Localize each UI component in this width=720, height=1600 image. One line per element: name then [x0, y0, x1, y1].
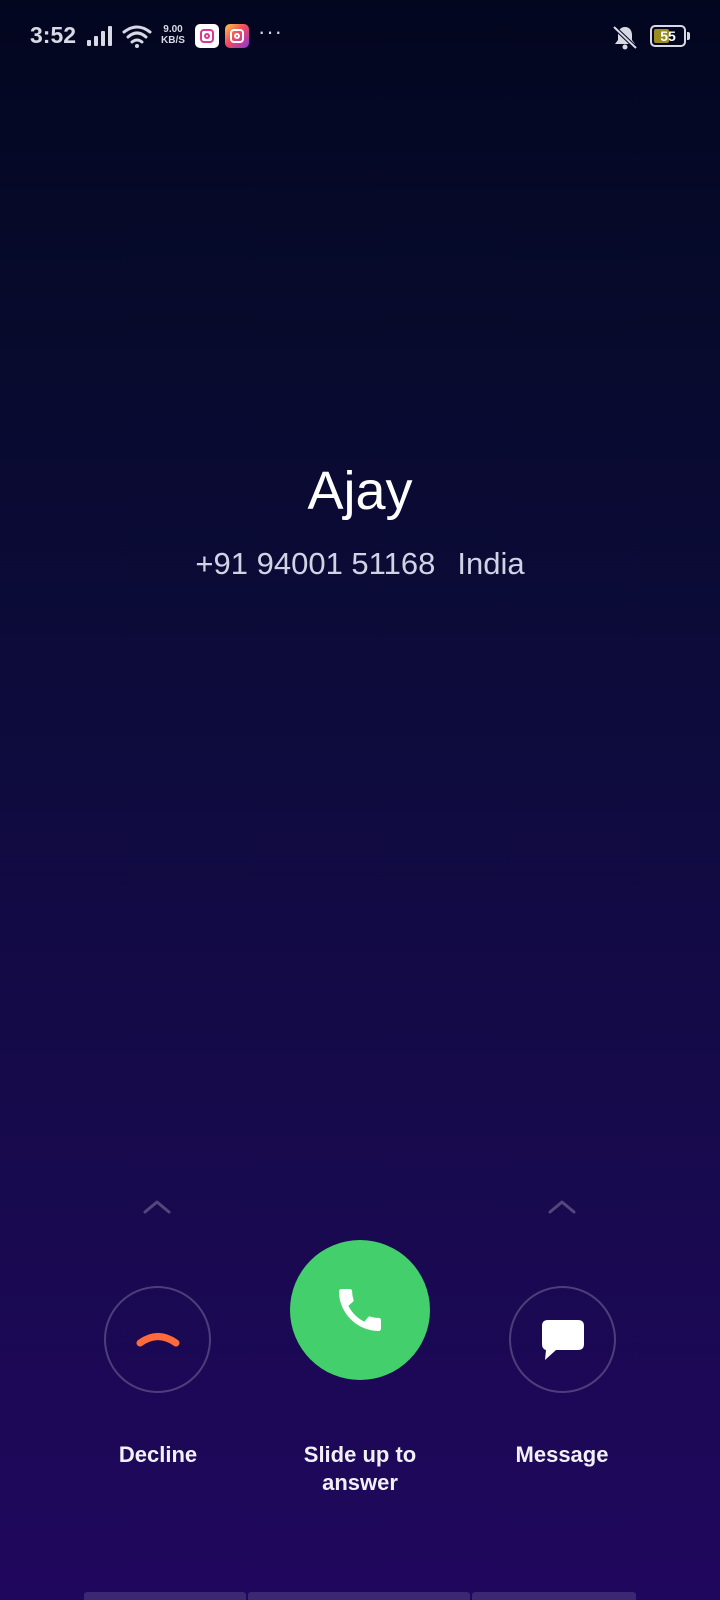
caller-country: India	[457, 546, 525, 581]
instagram-icon	[225, 24, 249, 48]
vibrate-icon	[612, 25, 638, 50]
navigation-bar	[84, 1592, 636, 1600]
answer-button[interactable]	[290, 1240, 430, 1380]
phone-hangup-icon	[136, 1332, 179, 1346]
nav-segment[interactable]	[84, 1592, 246, 1600]
network-speed-unit: KB/S	[161, 35, 185, 46]
status-time: 3:52	[30, 22, 77, 48]
battery-icon: 55	[650, 25, 690, 47]
chevron-up-icon	[143, 1200, 171, 1214]
message-label: Message	[515, 1442, 609, 1467]
more-notifications-icon: ···	[258, 19, 283, 44]
caller-number: +91 94001 51168	[195, 546, 436, 581]
nav-segment[interactable]	[472, 1592, 636, 1600]
network-speed-value: 9.00	[163, 24, 183, 35]
phone-icon	[339, 1289, 381, 1331]
nav-segment[interactable]	[248, 1592, 470, 1600]
wifi-icon	[122, 25, 152, 48]
signal-strength-icon	[87, 26, 112, 46]
instagram-icon	[195, 24, 219, 48]
chevron-up-icon	[548, 1200, 576, 1214]
message-button[interactable]	[509, 1286, 616, 1393]
status-bar: 3:52 9.00 KB/S ··· 55	[0, 0, 720, 72]
chat-bubble-icon	[541, 1319, 584, 1360]
caller-info: +91 94001 51168 India	[0, 546, 720, 582]
network-speed: 9.00 KB/S	[158, 24, 188, 46]
caller-name: Ajay	[307, 461, 413, 521]
decline-button[interactable]	[104, 1286, 211, 1393]
decline-label: Decline	[118, 1442, 198, 1467]
battery-level: 55	[660, 28, 676, 44]
answer-label: Slide up to answer	[303, 1442, 417, 1495]
